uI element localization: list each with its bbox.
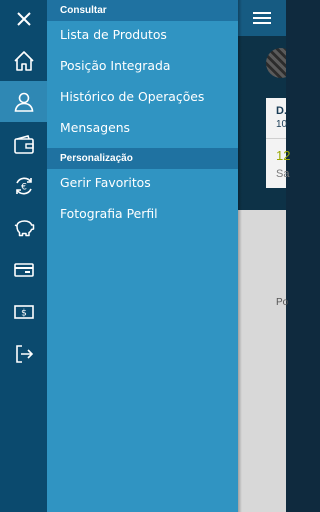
background-header	[238, 0, 286, 36]
background-app	[238, 0, 286, 512]
card-icon	[13, 262, 34, 277]
menu-item-fotografia-perfil[interactable]: Fotografia Perfil	[47, 199, 238, 229]
account-number-partial: 10	[276, 119, 288, 130]
rail-item-logout[interactable]	[0, 333, 47, 374]
section-header-personalizacao: Personalização	[47, 148, 238, 169]
logout-icon	[15, 344, 33, 363]
euro-exchange-icon: €	[15, 177, 32, 194]
section-header-consultar: Consultar	[47, 0, 238, 21]
wallet-icon	[13, 134, 34, 154]
rail-item-cards[interactable]	[0, 249, 47, 290]
account-name-partial: D.	[276, 105, 287, 117]
menu-item-gerir-favoritos[interactable]: Gerir Favoritos	[47, 168, 238, 198]
menu-item-mensagens[interactable]: Mensagens	[47, 113, 238, 143]
hamburger-menu-icon[interactable]	[253, 11, 271, 25]
footer-text-partial: Po	[276, 297, 289, 308]
svg-text:$: $	[21, 308, 27, 318]
rail-item-savings[interactable]	[0, 207, 47, 248]
panel-shadow	[238, 0, 242, 512]
user-icon	[14, 92, 33, 112]
card-divider	[266, 138, 286, 139]
menu-panel: Consultar Lista de Produtos Posição Inte…	[47, 0, 238, 512]
menu-item-historico-operacoes[interactable]: Histórico de Operações	[47, 82, 238, 112]
menu-item-posicao-integrada[interactable]: Posição Integrada	[47, 51, 238, 81]
close-button[interactable]	[0, 0, 47, 38]
rail-item-exchange[interactable]: €	[0, 165, 47, 206]
balance-label-partial: Sa	[276, 168, 290, 180]
rail-item-wallet[interactable]	[0, 124, 47, 165]
balance-partial: 12	[276, 148, 291, 163]
home-icon	[13, 50, 34, 71]
rail-item-cash[interactable]: $	[0, 291, 47, 332]
rail-item-profile[interactable]	[0, 81, 47, 122]
menu-item-lista-produtos[interactable]: Lista de Produtos	[47, 20, 238, 50]
cash-icon: $	[13, 304, 34, 319]
svg-text:€: €	[21, 182, 27, 192]
icon-rail: € $	[0, 0, 47, 512]
rail-item-home[interactable]	[0, 40, 47, 81]
close-icon	[16, 12, 31, 26]
piggy-bank-icon	[14, 219, 34, 236]
